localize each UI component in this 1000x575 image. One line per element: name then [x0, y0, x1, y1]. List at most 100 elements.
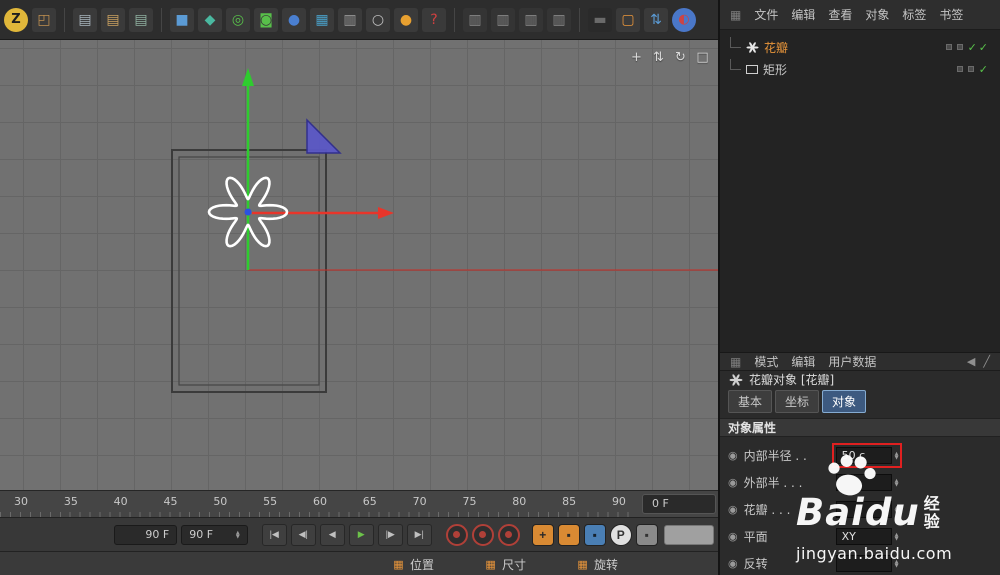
panel-grip-icon[interactable]: ▦ [730, 355, 741, 369]
am-menu-user-data[interactable]: 用户数据 [828, 353, 876, 370]
spinner-arrows-icon[interactable]: ▲▼ [895, 533, 899, 541]
value-field[interactable]: XY [836, 528, 892, 545]
am-menu-edit[interactable]: 编辑 [791, 353, 815, 370]
next-key-button[interactable]: |▶ [378, 524, 403, 546]
key-parameter-button[interactable]: P [610, 524, 632, 546]
flower-object-icon [729, 373, 743, 387]
value-field[interactable] [836, 501, 892, 518]
render-toggle-icon[interactable] [957, 44, 963, 50]
end-frame-field[interactable]: 90 F ▲▼ [181, 525, 247, 545]
start-frame-field[interactable]: 90 F [114, 525, 177, 545]
tab-basic[interactable]: 基本 [728, 390, 772, 413]
keyframe-radio-icon[interactable]: ◉ [728, 476, 738, 489]
spinner-arrows-icon[interactable]: ▲▼ [895, 560, 899, 568]
add-cube-icon[interactable]: ■ [170, 8, 194, 32]
interactive-render-region-icon[interactable]: ▢ [616, 8, 640, 32]
playback-buttons: |◀◀|◀▶|▶▶| [262, 524, 432, 546]
keyframe-selection-field[interactable] [664, 525, 714, 545]
help-icon[interactable]: ? [422, 8, 446, 32]
undo-icon[interactable]: Z [4, 8, 28, 32]
exchange-icon[interactable]: ⇅ [644, 8, 668, 32]
coordinate-bar: ▦ 位置 ▦ 尺寸 ▦ 旋转 [0, 551, 718, 575]
render-picture-viewer-icon[interactable]: ▤ [101, 8, 125, 32]
key-scale-button[interactable]: ▪ [558, 524, 580, 546]
attribute-label: 内部半径 . . [744, 447, 828, 464]
om-menu-view[interactable]: 查看 [828, 6, 852, 23]
left-column: Z◰ ▤▤▤ ■◆◎◙●▦▥○●? ▥▥▥▥ ▬▢⇅◐ +⇅↻□ [0, 0, 718, 575]
panel-grip-icon[interactable]: ▦ [730, 8, 741, 22]
keyframe-radio-icon[interactable]: ◉ [728, 503, 738, 516]
goto-start-button[interactable]: |◀ [262, 524, 287, 546]
toggle-view-icon[interactable]: □ [695, 50, 710, 65]
tab-coord[interactable]: 坐标 [775, 390, 819, 413]
transport-bar: 90 F 90 F ▲▼ |◀◀|◀▶|▶▶| +▪▪P▪ [0, 517, 718, 551]
prev-key-button[interactable]: ◀| [291, 524, 316, 546]
object-center-dot[interactable] [245, 209, 252, 216]
light-icon[interactable]: ○ [366, 8, 390, 32]
camera-icon[interactable]: ▥ [338, 8, 362, 32]
zoom-view-icon[interactable]: ⇅ [651, 50, 666, 65]
am-history-back-icon[interactable]: ◀ [967, 355, 975, 368]
autokey-button[interactable] [472, 524, 494, 546]
deformers-icon[interactable]: ● [282, 8, 306, 32]
key-rotation-button[interactable]: ▪ [584, 524, 606, 546]
coordinate-system-icon[interactable]: ◰ [32, 8, 56, 32]
key-position-button[interactable]: + [532, 524, 554, 546]
visibility-toggle-icon[interactable] [957, 66, 963, 72]
generators-icon[interactable]: ◎ [226, 8, 250, 32]
am-lock-icon[interactable]: ╱ [983, 355, 990, 368]
spinner-arrows-icon[interactable]: ▲▼ [236, 531, 240, 539]
grid-toggle-icon[interactable]: ▥ [547, 8, 571, 32]
spline-pen-icon[interactable]: ◆ [198, 8, 222, 32]
visibility-toggle-icon[interactable] [946, 44, 952, 50]
keyframe-radio-icon[interactable]: ◉ [728, 557, 738, 570]
rotate-view-icon[interactable]: ↻ [673, 50, 688, 65]
material-spheres-icon[interactable]: ◐ [672, 8, 696, 32]
tab-object[interactable]: 对象 [822, 390, 866, 413]
keyframe-radio-icon[interactable]: ◉ [728, 449, 738, 462]
workplane-toggle-icon[interactable]: ▥ [491, 8, 515, 32]
om-menu-object[interactable]: 对象 [865, 6, 889, 23]
render-toggle-icon[interactable] [968, 66, 974, 72]
key-pla-button[interactable]: ▪ [636, 524, 658, 546]
viewport-screen-icon[interactable]: ▬ [588, 8, 612, 32]
am-menu-mode[interactable]: 模式 [754, 353, 778, 370]
record-keyframe-button[interactable] [446, 524, 468, 546]
goto-end-button[interactable]: ▶| [407, 524, 432, 546]
render-settings-icon[interactable]: ▤ [129, 8, 153, 32]
value-field[interactable] [836, 555, 892, 572]
frame-number: 40 [114, 495, 128, 508]
om-menu-bookmarks[interactable]: 书签 [939, 6, 963, 23]
object-row-flower[interactable]: 花瓣 ✓✓ [720, 36, 1000, 58]
prev-frame-button[interactable]: ◀ [320, 524, 345, 546]
value-field[interactable] [836, 474, 892, 491]
timeline-ruler[interactable]: 30354045505560657075808590 0 F [0, 490, 718, 517]
enabled-check-icon[interactable]: ✓ [979, 63, 990, 76]
x-axis-arrowhead[interactable] [378, 207, 394, 219]
play-button[interactable]: ▶ [349, 524, 374, 546]
y-axis-arrowhead[interactable] [242, 68, 254, 86]
environment-icon[interactable]: ▦ [310, 8, 334, 32]
keyframe-selection-button[interactable] [498, 524, 520, 546]
object-row-rectangle[interactable]: 矩形 ✓ [720, 58, 1000, 80]
om-menu-edit[interactable]: 编辑 [791, 6, 815, 23]
keyframe-radio-icon[interactable]: ◉ [728, 530, 738, 543]
rotation-grid-icon: ▦ [576, 558, 589, 571]
enabled-check-icon[interactable]: ✓✓ [968, 41, 990, 54]
spinner-arrows-icon[interactable]: ▲▼ [895, 506, 899, 514]
modeling-icon[interactable]: ◙ [254, 8, 278, 32]
viewport[interactable]: + ⇅ ↻ □ [0, 40, 718, 490]
sun-light-icon[interactable]: ● [394, 8, 418, 32]
attribute-label: 外部半 . . . [744, 474, 828, 491]
spinner-arrows-icon[interactable]: ▲▼ [895, 479, 899, 487]
spinner-arrows-icon[interactable]: ▲▼ [895, 452, 899, 460]
snap-toggle-icon[interactable]: ▥ [463, 8, 487, 32]
om-menu-tags[interactable]: 标签 [902, 6, 926, 23]
pan-view-icon[interactable]: + [629, 50, 644, 65]
current-frame-field[interactable]: 0 F [642, 494, 716, 514]
value-field[interactable]: 50 c [836, 447, 892, 464]
petals-row: ◉ 花瓣 . . . ▲▼ [728, 496, 992, 523]
om-menu-file[interactable]: 文件 [754, 6, 778, 23]
axis-toggle-icon[interactable]: ▥ [519, 8, 543, 32]
render-view-icon[interactable]: ▤ [73, 8, 97, 32]
